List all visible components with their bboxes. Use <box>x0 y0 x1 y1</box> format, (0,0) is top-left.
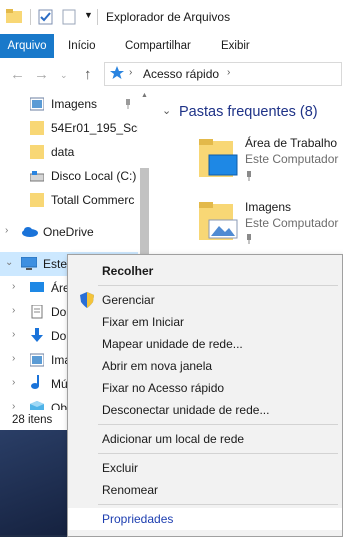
item-count: 28 itens <box>12 414 53 426</box>
menu-item-adicionar-local-rede[interactable]: Adicionar um local de rede <box>68 428 342 450</box>
pin-icon[interactable] <box>125 99 131 109</box>
menu-separator <box>98 504 338 505</box>
status-bar: 28 itens <box>0 410 70 430</box>
nav-item-totall-commander[interactable]: Totall Commerc <box>0 188 151 212</box>
menu-separator <box>98 453 338 454</box>
menu-separator <box>98 424 338 425</box>
pictures-folder-icon <box>30 353 44 367</box>
menu-separator <box>98 285 338 286</box>
expand-chevron-icon[interactable]: › <box>12 329 15 340</box>
tab-exibir[interactable]: Exibir <box>221 34 250 58</box>
menu-item-abrir-nova-janela[interactable]: Abrir em nova janela <box>68 355 342 377</box>
tab-inicio[interactable]: Início <box>68 34 96 58</box>
expand-chevron-icon[interactable]: › <box>12 281 15 292</box>
menu-item-excluir[interactable]: Excluir <box>68 457 342 479</box>
nav-item-onedrive[interactable]: › OneDrive <box>0 220 151 244</box>
recent-locations-icon[interactable]: ⌄ <box>60 70 68 81</box>
ribbon-tabs: Arquivo Início Compartilhar Exibir <box>0 34 343 59</box>
desktop-icon <box>30 282 44 292</box>
context-menu: Recolher Gerenciar Fixar em Iniciar Mape… <box>67 254 343 537</box>
pictures-folder-icon <box>199 202 238 240</box>
folder-icon <box>30 121 44 135</box>
menu-item-mapear-unidade[interactable]: Mapear unidade de rede... <box>68 333 342 355</box>
address-bar[interactable]: › Acesso rápido › <box>104 62 342 86</box>
menu-item-fixar-em-iniciar[interactable]: Fixar em Iniciar <box>68 311 342 333</box>
breadcrumb-chevron-icon[interactable]: › <box>227 67 230 78</box>
menu-item-recolher[interactable]: Recolher <box>68 260 342 282</box>
menu-item-desconectar-unidade[interactable]: Desconectar unidade de rede... <box>68 399 342 421</box>
pictures-folder-icon <box>30 97 44 111</box>
folder-icon <box>30 193 44 207</box>
nav-item-disco-local[interactable]: Disco Local (C:) <box>0 164 151 188</box>
expand-chevron-icon[interactable]: › <box>12 305 15 316</box>
customize-toolbar-icon[interactable]: ▼ <box>84 10 93 20</box>
shield-icon <box>80 292 94 308</box>
nav-item-imagens[interactable]: Imagens <box>0 92 151 116</box>
toolbar-divider <box>30 9 31 25</box>
properties-icon[interactable] <box>38 9 54 25</box>
expand-chevron-icon[interactable]: › <box>5 225 8 236</box>
collapse-chevron-icon[interactable]: ⌄ <box>5 257 13 268</box>
title-divider <box>97 9 98 25</box>
folder-icon <box>30 145 44 159</box>
frequent-folder-name: Área de Trabalho <box>245 136 338 150</box>
folder-icon <box>6 9 22 23</box>
frequent-folder-location: Este Computador <box>245 216 339 230</box>
scroll-up-icon[interactable]: ▲ <box>141 92 148 99</box>
new-folder-icon[interactable] <box>62 9 76 25</box>
frequent-folder-name: Imagens <box>245 200 292 214</box>
menu-item-propriedades[interactable]: Propriedades <box>68 508 342 530</box>
menu-item-renomear[interactable]: Renomear <box>68 479 342 501</box>
navigation-bar: ← → ⌄ ↑ › Acesso rápido › <box>0 58 343 90</box>
tab-compartilhar[interactable]: Compartilhar <box>125 34 191 58</box>
quick-access-star-icon <box>110 66 124 79</box>
downloads-icon <box>31 328 43 342</box>
forward-icon[interactable]: → <box>34 66 49 83</box>
computer-icon <box>21 257 37 270</box>
pin-icon[interactable] <box>245 234 253 244</box>
section-title[interactable]: Pastas frequentes (8) <box>179 104 318 120</box>
music-note-icon <box>31 375 39 389</box>
nav-item-data[interactable]: data <box>0 140 151 164</box>
back-icon[interactable]: ← <box>10 66 25 83</box>
frequent-folder-location: Este Computador <box>245 152 339 166</box>
menu-item-gerenciar[interactable]: Gerenciar <box>68 289 342 311</box>
title-bar: ▼ Explorador de Arquivos <box>0 0 343 35</box>
up-icon[interactable]: ↑ <box>84 66 92 83</box>
breadcrumb-separator-icon: › <box>129 67 133 78</box>
section-collapse-icon[interactable]: ⌄ <box>162 104 171 117</box>
nav-item-script-folder[interactable]: 54Er01_195_Scrip <box>0 116 151 140</box>
onedrive-cloud-icon <box>22 227 38 237</box>
address-path: Acesso rápido <box>143 67 220 81</box>
menu-item-fixar-acesso-rapido[interactable]: Fixar no Acesso rápido <box>68 377 342 399</box>
documents-icon <box>31 305 43 319</box>
expand-chevron-icon[interactable]: › <box>12 377 15 388</box>
window-title: Explorador de Arquivos <box>106 10 231 24</box>
desktop-folder-icon <box>199 139 238 177</box>
expand-chevron-icon[interactable]: › <box>12 353 15 364</box>
drive-icon <box>30 171 44 182</box>
pin-icon[interactable] <box>245 171 253 181</box>
tab-arquivo[interactable]: Arquivo <box>0 34 54 58</box>
